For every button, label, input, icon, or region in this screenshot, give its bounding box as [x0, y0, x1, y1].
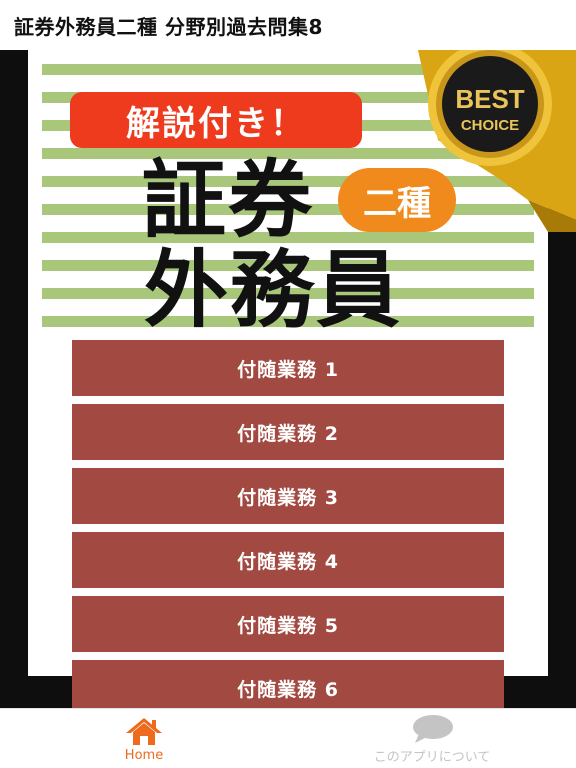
- menu-item-5[interactable]: 付随業務 5: [72, 596, 504, 652]
- speech-bubble-icon: [413, 714, 453, 743]
- tab-about-app[interactable]: このアプリについて: [332, 709, 532, 768]
- menu-item-label: 付随業務 2: [237, 422, 339, 445]
- menu-item-label: 付随業務 5: [237, 614, 339, 637]
- tab-about-label: このアプリについて: [373, 749, 491, 765]
- menu-item-label: 付随業務 1: [237, 358, 339, 381]
- menu-item-3[interactable]: 付随業務 3: [72, 468, 504, 524]
- menu-item-4[interactable]: 付随業務 4: [72, 532, 504, 588]
- tab-home-label: Home: [124, 747, 164, 763]
- badge-text-best: BEST: [455, 84, 524, 114]
- menu-item-label: 付随業務 4: [237, 550, 339, 573]
- badge-text-choice: CHOICE: [461, 117, 519, 134]
- best-choice-badge-icon: BEST CHOICE: [418, 50, 576, 232]
- tagline-pill: 解説付き！: [70, 92, 362, 148]
- menu-item-2[interactable]: 付随業務 2: [72, 404, 504, 460]
- banner-title-line1: 証券: [142, 151, 315, 249]
- app-title: 証券外務員二種 分野別過去問集8: [14, 14, 323, 39]
- home-icon: [126, 717, 162, 745]
- banner-title-line2: 外務員: [144, 241, 403, 330]
- app-header: 証券外務員二種 分野別過去問集8: [0, 0, 576, 50]
- menu-item-label: 付随業務 3: [237, 486, 339, 509]
- menu-item-label: 付随業務 6: [237, 678, 339, 701]
- bottom-nav: Home このアプリについて: [0, 708, 576, 768]
- chapter-menu: 付随業務 1 付随業務 2 付随業務 3 付随業務 4 付随業務 5 付随業務 …: [72, 340, 504, 724]
- tab-home[interactable]: Home: [44, 709, 244, 768]
- menu-item-1[interactable]: 付随業務 1: [72, 340, 504, 396]
